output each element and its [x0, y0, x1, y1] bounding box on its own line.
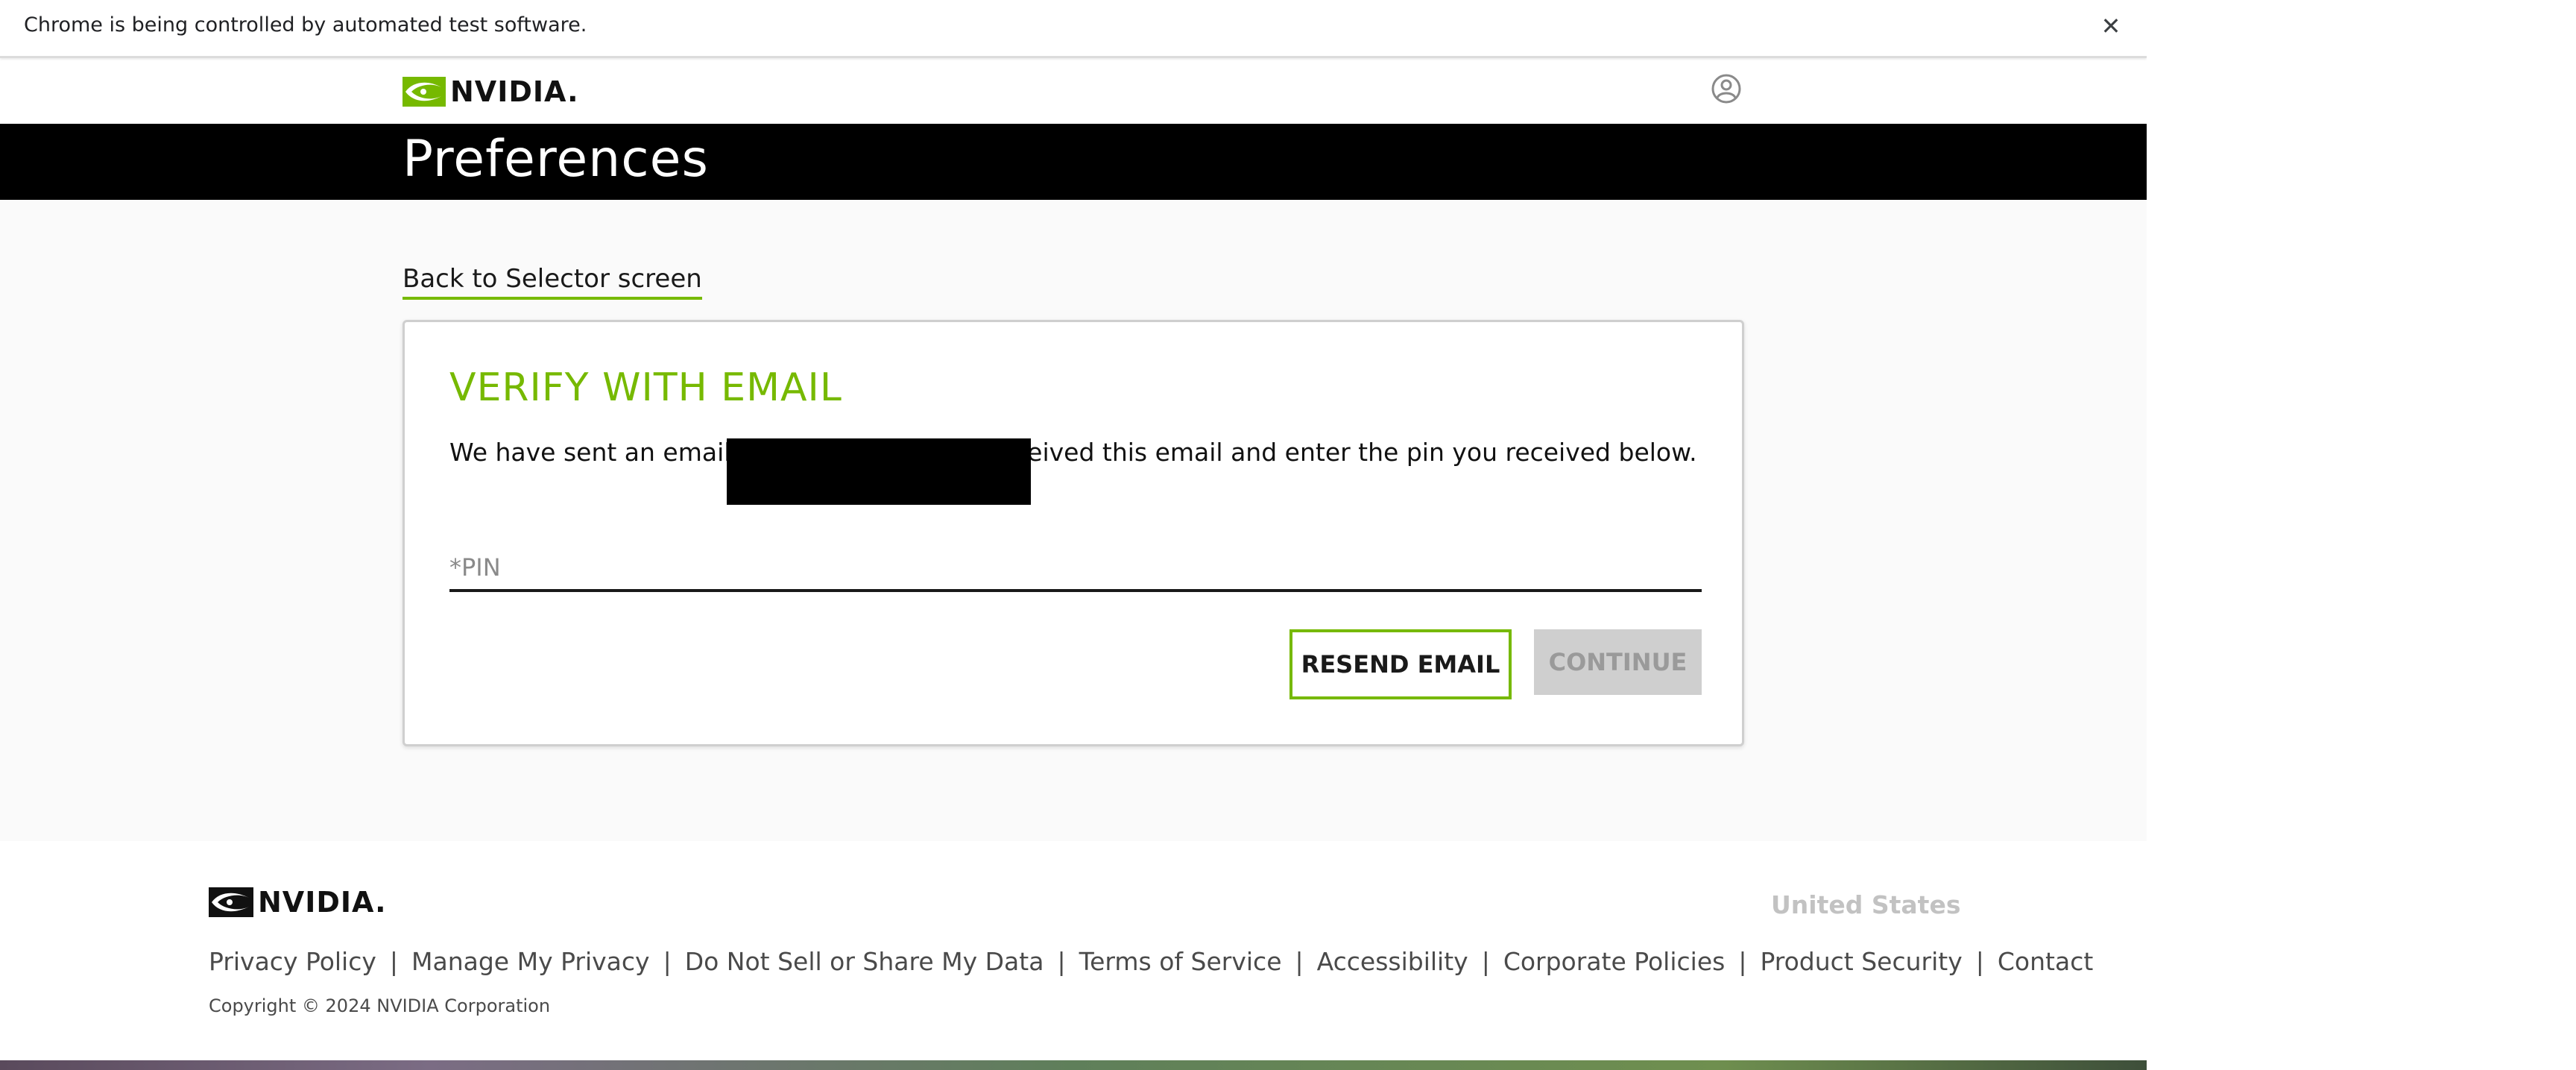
footer-separator: |	[663, 947, 672, 976]
nvidia-eye-icon	[402, 77, 446, 107]
site-footer: NVIDIA. United States Privacy Policy | M…	[0, 841, 2147, 1066]
footer-separator: |	[1738, 947, 1747, 976]
nvidia-eye-icon	[209, 887, 253, 917]
site-header: NVIDIA.	[0, 60, 2147, 124]
nvidia-logo[interactable]: NVIDIA.	[402, 73, 579, 110]
footer-link-privacy-policy[interactable]: Privacy Policy	[209, 947, 376, 976]
verification-message: We have sent an email to Please verify y…	[449, 438, 1697, 467]
browser-window: Chrome is being controlled by automated …	[0, 0, 2147, 1066]
infobar-message: Chrome is being controlled by automated …	[24, 13, 587, 37]
card-heading: VERIFY WITH EMAIL	[449, 365, 842, 410]
close-icon[interactable]: ✕	[2098, 13, 2124, 39]
region-selector[interactable]: United States	[1771, 890, 1960, 919]
footer-separator: |	[1481, 947, 1490, 976]
footer-link-terms[interactable]: Terms of Service	[1079, 947, 1282, 976]
title-band: Preferences	[0, 124, 2147, 200]
page-title: Preferences	[402, 130, 709, 189]
footer-nvidia-logo[interactable]: NVIDIA.	[209, 886, 387, 919]
pin-input[interactable]	[449, 546, 1702, 592]
continue-button: CONTINUE	[1534, 629, 1702, 695]
footer-separator: |	[389, 947, 399, 976]
footer-separator: |	[1295, 947, 1304, 976]
footer-link-corporate-policies[interactable]: Corporate Policies	[1503, 947, 1726, 976]
footer-link-do-not-sell[interactable]: Do Not Sell or Share My Data	[685, 947, 1044, 976]
user-circle-icon[interactable]	[1711, 73, 1742, 104]
automation-infobar: Chrome is being controlled by automated …	[0, 0, 2147, 58]
footer-separator: |	[1057, 947, 1066, 976]
footer-link-manage-privacy[interactable]: Manage My Privacy	[411, 947, 650, 976]
redacted-email	[727, 438, 1031, 505]
footer-links: Privacy Policy | Manage My Privacy | Do …	[209, 947, 2093, 976]
footer-separator: |	[1975, 947, 1984, 976]
footer-link-product-security[interactable]: Product Security	[1760, 947, 1962, 976]
resend-email-button[interactable]: RESEND EMAIL	[1289, 629, 1512, 699]
verify-email-card: VERIFY WITH EMAIL We have sent an email …	[402, 320, 1744, 746]
back-to-selector-link[interactable]: Back to Selector screen	[402, 264, 702, 300]
desktop-background	[0, 1060, 2147, 1070]
nvidia-wordmark: NVIDIA.	[450, 75, 579, 108]
footer-link-contact[interactable]: Contact	[1998, 947, 2093, 976]
main-content: Back to Selector screen VERIFY WITH EMAI…	[0, 200, 2147, 841]
copyright-text: Copyright © 2024 NVIDIA Corporation	[209, 995, 551, 1016]
footer-link-accessibility[interactable]: Accessibility	[1317, 947, 1468, 976]
footer-wordmark: NVIDIA.	[258, 886, 387, 919]
